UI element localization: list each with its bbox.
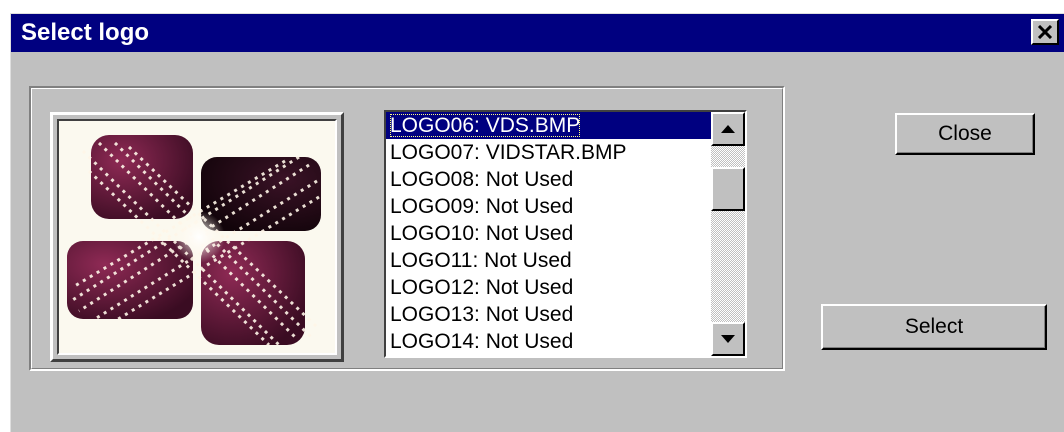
list-item-logo10[interactable]: LOGO10: Not Used [386,220,711,247]
list-item-logo12[interactable]: LOGO12: Not Used [386,274,711,301]
list-item-logo14[interactable]: LOGO14: Not Used [386,328,711,355]
logo-list: LOGO06: VDS.BMP LOGO07: VIDSTAR.BMP LOGO… [386,112,711,356]
scroll-thumb[interactable] [711,167,745,211]
window-close-button[interactable] [1031,19,1059,45]
arrow-up-icon [721,125,735,133]
logo-listbox[interactable]: LOGO06: VDS.BMP LOGO07: VIDSTAR.BMP LOGO… [384,110,747,358]
list-item-logo06[interactable]: LOGO06: VDS.BMP [386,112,711,139]
logo-preview-frame [50,112,344,362]
logo-preview [57,119,337,355]
close-button[interactable]: Close [895,113,1035,155]
select-button[interactable]: Select [821,304,1047,350]
list-item-logo09[interactable]: LOGO09: Not Used [386,193,711,220]
list-scrollbar[interactable] [711,112,745,356]
window-title: Select logo [21,19,150,46]
list-item-logo08[interactable]: LOGO08: Not Used [386,166,711,193]
list-item-logo13[interactable]: LOGO13: Not Used [386,301,711,328]
scroll-up-button[interactable] [711,112,745,146]
title-bar[interactable]: Select logo [11,14,1064,52]
logo-preview-image [59,121,335,353]
list-item-logo11[interactable]: LOGO11: Not Used [386,247,711,274]
scroll-down-button[interactable] [711,322,745,356]
close-icon [1037,25,1053,39]
list-item-logo07[interactable]: LOGO07: VIDSTAR.BMP [386,139,711,166]
arrow-down-icon [721,335,735,343]
